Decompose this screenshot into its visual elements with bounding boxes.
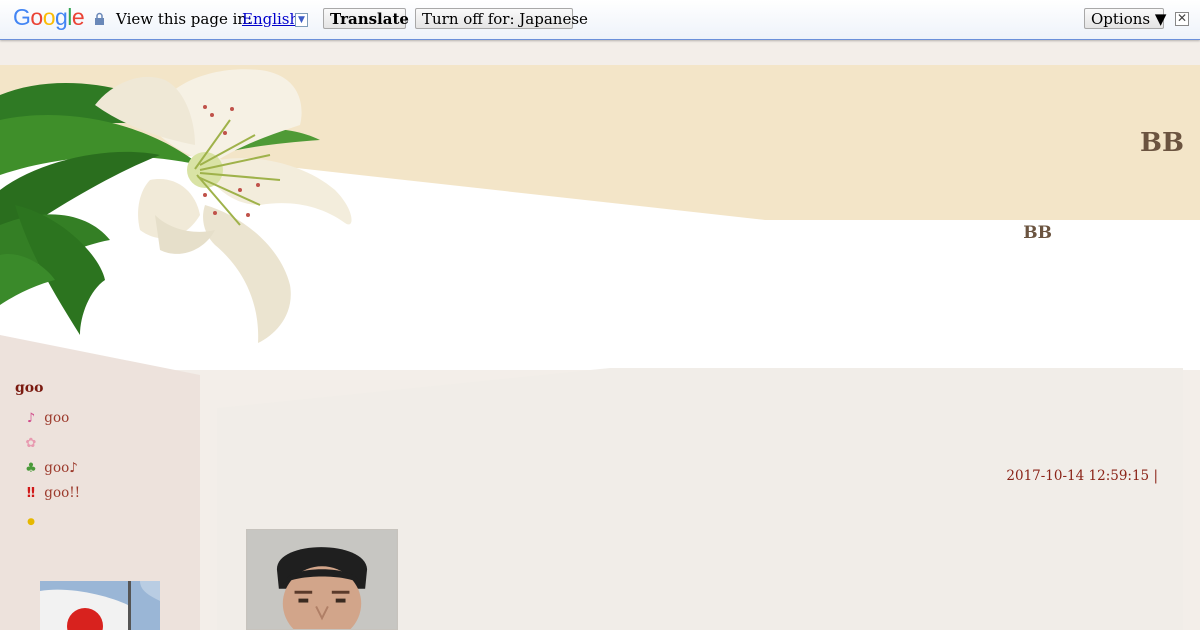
lock-icon bbox=[95, 12, 104, 25]
post-photo-portrait[interactable] bbox=[246, 529, 398, 630]
sidebar-heading: goo bbox=[15, 380, 44, 396]
sidebar-item-label: goo♪ bbox=[44, 460, 78, 476]
double-exclamation-icon: ‼ bbox=[26, 486, 36, 501]
close-icon[interactable]: ✕ bbox=[1175, 12, 1189, 26]
turn-off-button[interactable]: Turn off for: Japanese bbox=[415, 8, 588, 29]
sidebar-item-flower[interactable]: ✿ bbox=[22, 435, 40, 455]
google-logo: Google bbox=[13, 4, 85, 30]
translate-bar: Google View this page in: English ▼ Tran… bbox=[0, 0, 1200, 40]
sidebar-item-goo-note[interactable]: ♣ goo♪ bbox=[22, 460, 78, 480]
sidebar-item-goo[interactable]: ♪ goo bbox=[22, 410, 69, 430]
view-page-label: View this page in: bbox=[116, 10, 253, 28]
music-note-icon: ♪ bbox=[26, 411, 36, 426]
lily-flower-image bbox=[0, 69, 352, 343]
flower-icon: ✿ bbox=[25, 436, 37, 451]
sidebar-item-small[interactable]: ● bbox=[22, 512, 40, 532]
site-title[interactable]: BB bbox=[1140, 128, 1184, 158]
sprout-icon: ♣ bbox=[25, 461, 37, 476]
sidebar-item-goo-exclaim[interactable]: ‼ goo!! bbox=[22, 485, 80, 505]
small-bag-icon: ● bbox=[27, 517, 35, 527]
language-select[interactable]: English bbox=[242, 10, 299, 28]
options-button[interactable]: Options ▼ bbox=[1084, 8, 1166, 29]
post-date: 2017-10-14 12:59:15 | bbox=[1006, 468, 1158, 484]
chevron-down-icon[interactable]: ▼ bbox=[295, 13, 308, 27]
site-subtitle: BB bbox=[1023, 223, 1052, 243]
sidebar-item-label: goo!! bbox=[44, 485, 81, 501]
translate-button[interactable]: Translate bbox=[323, 8, 409, 29]
sidebar-item-label: goo bbox=[44, 410, 70, 426]
japan-flag-image bbox=[40, 581, 160, 630]
